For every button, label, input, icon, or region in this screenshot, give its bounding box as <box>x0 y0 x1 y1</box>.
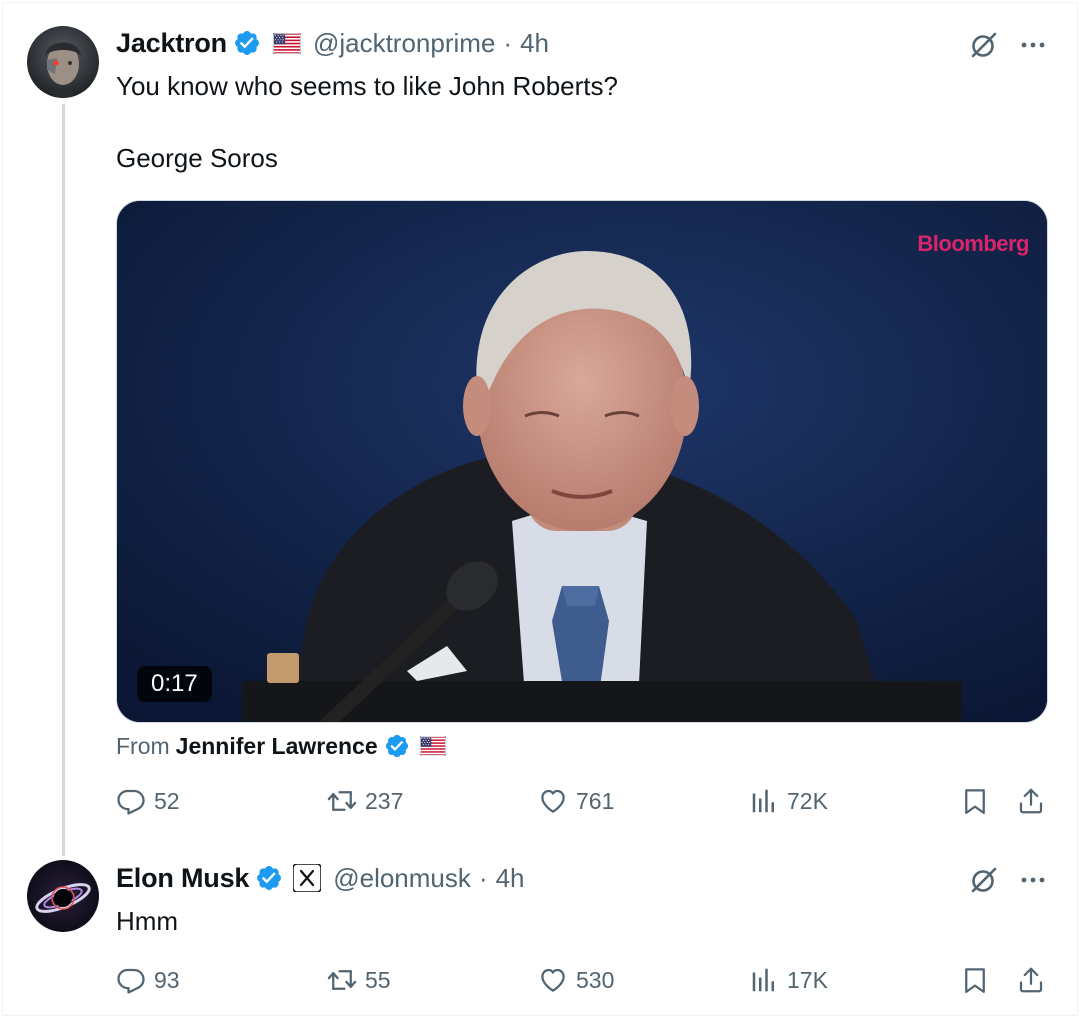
repost-icon <box>327 786 365 816</box>
views-icon <box>749 965 787 995</box>
views-icon <box>749 786 787 816</box>
reply-button[interactable]: 52 <box>116 781 180 821</box>
reply-count: 93 <box>154 966 180 993</box>
tweet-header: Jacktron @jacktronprime · 4h <box>116 23 549 63</box>
like-icon <box>538 965 576 995</box>
tweet-text-line2: George Soros <box>116 143 278 173</box>
views-button[interactable]: 72K <box>749 781 828 821</box>
reply-icon <box>116 965 154 995</box>
verified-badge-icon <box>384 733 410 759</box>
more-icon[interactable] <box>1015 27 1051 63</box>
share-button[interactable] <box>1016 960 1054 1000</box>
views-count: 72K <box>787 787 828 814</box>
from-name[interactable]: Jennifer Lawrence <box>176 733 378 760</box>
repost-button[interactable]: 55 <box>327 960 391 1000</box>
avatar[interactable] <box>27 26 99 98</box>
verified-badge-icon <box>233 29 261 57</box>
like-count: 530 <box>576 966 615 993</box>
share-icon <box>1016 786 1054 816</box>
grok-icon[interactable] <box>966 27 1002 63</box>
author-name[interactable]: Elon Musk <box>116 863 249 894</box>
like-button[interactable]: 530 <box>538 960 614 1000</box>
repost-button[interactable]: 237 <box>327 781 403 821</box>
us-flag-icon <box>420 736 446 756</box>
bookmark-button[interactable] <box>960 960 998 1000</box>
more-icon[interactable] <box>1015 862 1051 898</box>
timestamp[interactable]: 4h <box>496 863 525 894</box>
tweet-text-line1: Hmm <box>116 906 179 936</box>
separator: · <box>503 27 513 58</box>
author-handle[interactable]: @elonmusk <box>333 863 471 894</box>
share-icon <box>1016 965 1054 995</box>
views-button[interactable]: 17K <box>749 960 828 1000</box>
views-count: 17K <box>787 966 828 993</box>
timestamp[interactable]: 4h <box>520 28 549 59</box>
verified-badge-icon <box>255 864 283 892</box>
from-label: From <box>116 732 170 759</box>
bookmark-button[interactable] <box>960 781 998 821</box>
bookmark-icon <box>960 965 998 995</box>
bloomberg-watermark: Bloomberg <box>917 231 1029 256</box>
author-handle[interactable]: @jacktronprime <box>313 28 495 59</box>
repost-count: 55 <box>365 966 391 993</box>
repost-icon <box>327 965 365 995</box>
x-logo-icon <box>293 864 322 892</box>
like-icon <box>538 786 576 816</box>
tweet-header: Elon Musk @elonmusk · 4h <box>116 858 524 898</box>
like-button[interactable]: 761 <box>538 781 614 821</box>
thread-connector <box>62 104 65 856</box>
us-flag-icon <box>273 33 301 54</box>
reply-count: 52 <box>154 787 180 814</box>
reply-button[interactable]: 93 <box>116 960 180 1000</box>
share-button[interactable] <box>1016 781 1054 821</box>
reply-icon <box>116 786 154 816</box>
author-name[interactable]: Jacktron <box>116 28 227 59</box>
bookmark-icon <box>960 786 998 816</box>
video-frame <box>117 201 1047 722</box>
avatar[interactable] <box>27 860 99 932</box>
separator: · <box>478 862 488 893</box>
like-count: 761 <box>576 787 615 814</box>
video-attribution: From Jennifer Lawrence <box>116 728 446 764</box>
repost-count: 237 <box>365 787 404 814</box>
tweet-text-line1: You know who seems to like John Roberts? <box>116 71 618 101</box>
grok-icon[interactable] <box>966 862 1002 898</box>
video-duration: 0:17 <box>137 666 212 702</box>
video-player[interactable]: Bloomberg 0:17 <box>116 200 1048 723</box>
